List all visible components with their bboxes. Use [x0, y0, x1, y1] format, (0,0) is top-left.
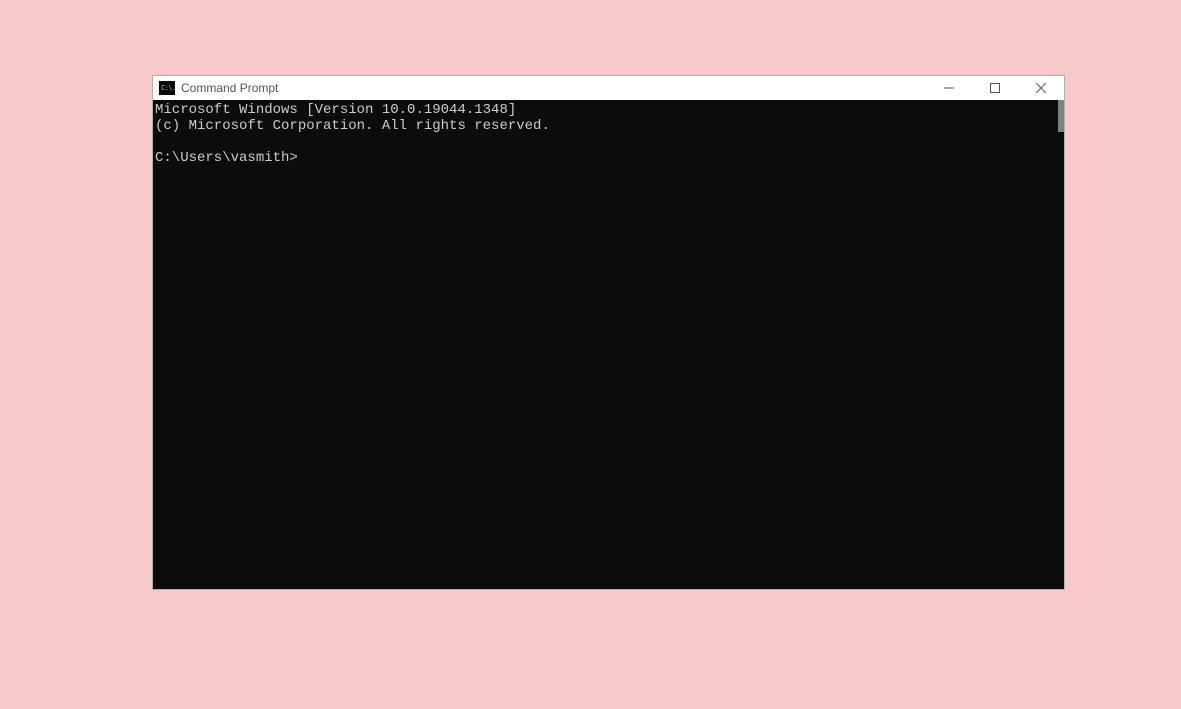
console-prompt: C:\Users\vasmith>: [155, 150, 298, 166]
window-title: Command Prompt: [181, 81, 926, 95]
scrollbar-thumb[interactable]: [1058, 100, 1064, 132]
vertical-scrollbar[interactable]: [1058, 100, 1064, 589]
maximize-icon: [990, 83, 1000, 93]
console-line-version: Microsoft Windows [Version 10.0.19044.13…: [155, 102, 516, 118]
command-prompt-window: C:\. Command Prompt Microsoft W: [152, 75, 1065, 590]
cmd-icon: C:\.: [159, 81, 175, 95]
close-icon: [1036, 83, 1046, 93]
window-controls: [926, 76, 1064, 100]
cmd-icon-text: C:\.: [161, 85, 176, 92]
titlebar[interactable]: C:\. Command Prompt: [153, 76, 1064, 100]
maximize-button[interactable]: [972, 76, 1018, 100]
close-button[interactable]: [1018, 76, 1064, 100]
console-line-copyright: (c) Microsoft Corporation. All rights re…: [155, 118, 550, 134]
console-wrapper: Microsoft Windows [Version 10.0.19044.13…: [153, 100, 1064, 589]
cursor: [298, 152, 306, 166]
minimize-button[interactable]: [926, 76, 972, 100]
minimize-icon: [944, 83, 954, 93]
console-area[interactable]: Microsoft Windows [Version 10.0.19044.13…: [153, 100, 1058, 589]
